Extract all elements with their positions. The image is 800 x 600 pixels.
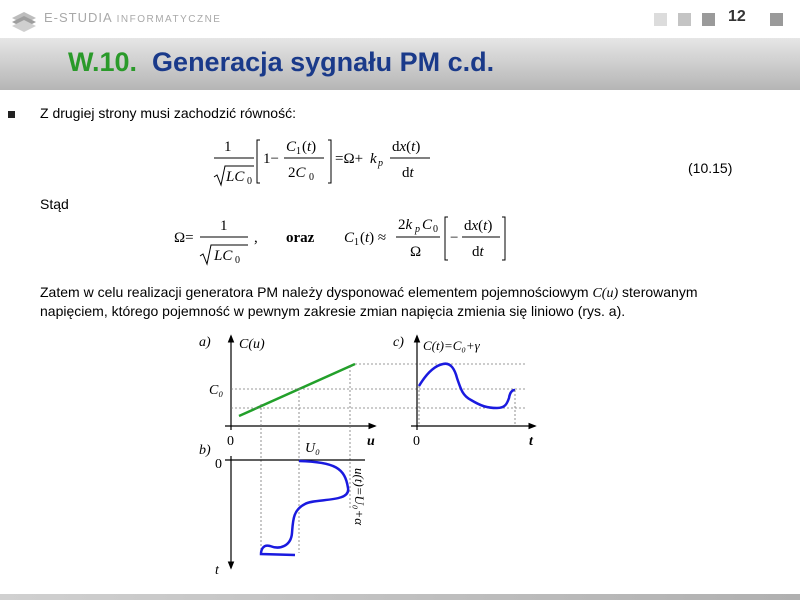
svg-text:=Ω+: =Ω+ (335, 151, 363, 167)
deco-square-2 (678, 13, 691, 26)
figure-diagram: a) C(u) C₀ 0 u b) U₀ 0 t u(t)=U₀+α c) C(… (199, 334, 537, 578)
title-text: Generacja sygnału PM c.d. (152, 47, 495, 77)
label-t-b: t (215, 563, 220, 578)
svg-text:(t): (t) (302, 139, 316, 155)
label-b: b) (199, 443, 211, 458)
oraz-label: oraz (286, 230, 315, 246)
label-Ct: C(t)=C₀+γ (423, 338, 481, 353)
label-zero-c: 0 (413, 434, 420, 449)
bullet-icon (8, 111, 15, 118)
control-voltage-curve (259, 459, 350, 557)
deco-square-4 (770, 13, 783, 26)
paragraph-line-1: Zatem w celu realizacji generatora PM na… (40, 284, 698, 302)
deco-square-3 (702, 13, 715, 26)
svg-text:C: C (422, 217, 433, 233)
e-studia-logo-icon (12, 12, 36, 32)
para-line1-post: sterowanym (622, 284, 698, 300)
svg-text:k: k (370, 151, 377, 167)
equation-10-15: 1 LC 0 1− C1 (t) 2C 0 =Ω+ kp dx(t) dt (213, 139, 430, 187)
slide-title: W.10. Generacja sygnału PM c.d. (68, 47, 494, 78)
brand-text: E-STUDIA INFORMATYCZNE (44, 10, 221, 25)
bottom-line (0, 594, 800, 600)
label-u: u (367, 434, 375, 449)
para-line1-symbol: C(u) (592, 286, 619, 301)
title-number: W.10. (68, 47, 138, 77)
label-c: c) (393, 335, 404, 350)
equation-omega: Ω= 1 LC 0 , (174, 218, 258, 266)
svg-text:1: 1 (220, 218, 228, 234)
label-ut: u(t)=U₀+α (352, 468, 367, 526)
svg-text:p: p (414, 224, 420, 235)
label-U0: U₀ (305, 441, 320, 456)
equation-number: (10.15) (688, 160, 733, 176)
label-C0: C₀ (209, 383, 223, 398)
svg-text:0: 0 (235, 255, 240, 266)
capacitance-curve (417, 362, 516, 410)
svg-text:(t) ≈: (t) ≈ (360, 230, 386, 246)
label-a: a) (199, 335, 211, 350)
brand-sub: INFORMATYCZNE (116, 14, 222, 25)
svg-text:1: 1 (354, 237, 359, 248)
label-t-c: t (529, 434, 534, 449)
svg-text:dt: dt (472, 244, 485, 260)
svg-text:−: − (450, 230, 458, 246)
brand-main: E-STUDIA (44, 10, 112, 25)
page-number: 12 (728, 8, 746, 25)
svg-text:2C: 2C (288, 165, 307, 181)
svg-text:2k: 2k (398, 217, 413, 233)
svg-text:LC: LC (225, 169, 245, 185)
svg-text:1: 1 (296, 146, 301, 157)
line-1: Z drugiej strony musi zachodzić równość: (40, 105, 296, 121)
equation-c1: C1 (t) ≈ 2k p C0 Ω − dx(t) dt (344, 216, 506, 261)
top-bar: E-STUDIA INFORMATYCZNE 12 (0, 0, 800, 38)
svg-text:,: , (254, 230, 258, 246)
deco-square-1 (654, 13, 667, 26)
svg-text:0: 0 (309, 172, 314, 183)
svg-text:0: 0 (433, 224, 438, 235)
label-zero-b: 0 (215, 457, 222, 472)
paragraph-line-2: napięciem, którego pojemność w pewnym za… (40, 303, 626, 319)
stad-label: Stąd (40, 196, 69, 212)
label-Cu: C(u) (239, 337, 265, 352)
para-line1-pre: Zatem w celu realizacji generatora PM na… (40, 284, 589, 300)
svg-text:1−: 1− (263, 151, 279, 167)
svg-text:1: 1 (224, 139, 232, 155)
label-zero-a: 0 (227, 434, 234, 449)
svg-text:dt: dt (402, 165, 415, 181)
svg-text:0: 0 (247, 176, 252, 187)
svg-text:p: p (377, 158, 383, 169)
svg-text:Ω=: Ω= (174, 230, 194, 246)
svg-text:dx(t): dx(t) (392, 139, 420, 155)
svg-text:LC: LC (213, 248, 233, 264)
svg-text:Ω: Ω (410, 244, 421, 260)
svg-text:dx(t): dx(t) (464, 218, 492, 234)
